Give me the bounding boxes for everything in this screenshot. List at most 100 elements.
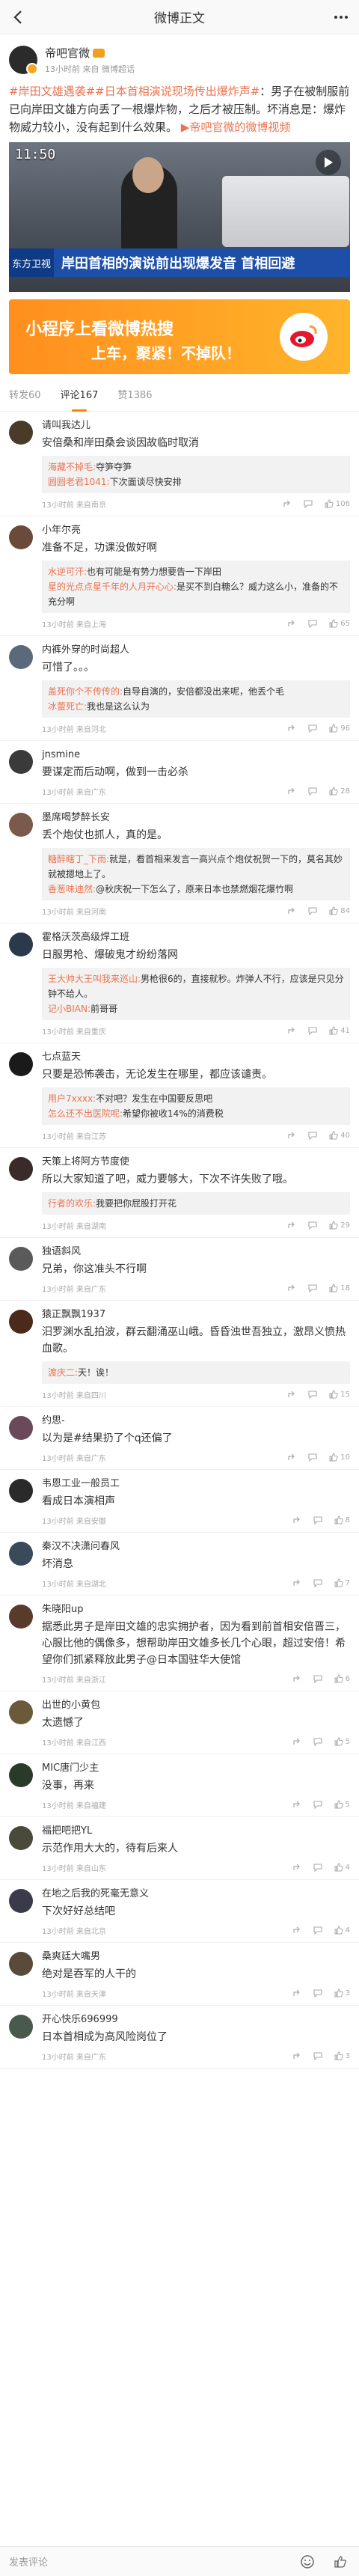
reply-icon[interactable] <box>308 1221 317 1230</box>
reply-box[interactable]: 行者的欢乐:我要把你屁股打开花 <box>42 1192 350 1215</box>
avatar[interactable] <box>9 1479 33 1503</box>
avatar[interactable] <box>9 421 33 445</box>
comment-username[interactable]: 韦恩工业一般员工 <box>42 1477 350 1491</box>
comment-username[interactable]: 猿正飘飘1937 <box>42 1308 350 1322</box>
comment-like-button[interactable]: 4 <box>334 1926 350 1935</box>
reply-icon[interactable] <box>313 1516 322 1524</box>
comment-item[interactable]: 请叫我达儿 安倍桑和岸田桑会谈因故临时取消 海藏不掉毛:夺笋夺笋 圆圆老君1041:下… <box>0 412 359 516</box>
avatar[interactable] <box>9 933 33 956</box>
share-icon[interactable] <box>287 1284 296 1292</box>
comment-item[interactable]: 约思- 以为是#结果扔了个q还偏了 13小时前 来自广东 10 <box>0 1407 359 1470</box>
reply-icon[interactable] <box>313 2051 322 2060</box>
comment-like-button[interactable]: 65 <box>329 619 350 628</box>
comment-item[interactable]: 开心快乐696999 日本首相成为高风险岗位了 13小时前 来自广东 3 <box>0 2006 359 2069</box>
comment-like-button[interactable]: 40 <box>329 1131 350 1140</box>
share-icon[interactable] <box>287 906 296 915</box>
reply-username[interactable]: 王大帅大王叫我来巡山: <box>48 974 141 984</box>
reply-icon[interactable] <box>308 906 317 915</box>
play-icon[interactable] <box>316 150 341 175</box>
comment-like-button[interactable]: 5 <box>334 1800 350 1809</box>
share-icon[interactable] <box>287 619 296 628</box>
comment-like-button[interactable]: 106 <box>325 499 350 508</box>
comment-username[interactable]: 独语斜风 <box>42 1245 350 1259</box>
reply-username[interactable]: 冰蕾死亡: <box>48 701 87 712</box>
comment-like-button[interactable]: 7 <box>334 1578 350 1587</box>
avatar[interactable] <box>9 1826 33 1850</box>
comment-item[interactable]: 秦汉不决潇问春风 坏消息 13小时前 来自湖北 7 <box>0 1533 359 1596</box>
comment-username[interactable]: 开心快乐696999 <box>42 2013 350 2027</box>
reply-box[interactable]: 盖死你个不传传的:自导自演的，安倍都没出来呢，他丢个毛 冰蕾死亡:我也是这么认为 <box>42 680 350 718</box>
reply-username[interactable]: 香葱味迪然: <box>48 884 96 894</box>
comment-username[interactable]: 出世的小黄包 <box>42 1699 350 1712</box>
share-icon[interactable] <box>292 1674 301 1683</box>
share-icon[interactable] <box>287 1453 296 1462</box>
reply-icon[interactable] <box>313 1863 322 1872</box>
reply-username[interactable]: 星的光点点星千年的人月开心心: <box>48 582 177 592</box>
comment-username[interactable]: 桑爽廷大嘴男 <box>42 1950 350 1964</box>
avatar[interactable] <box>9 1416 33 1440</box>
topic-link[interactable]: #日本首相演说现场传出爆炸声# <box>95 85 260 98</box>
avatar[interactable] <box>9 1605 33 1629</box>
video-player[interactable]: 11:50 东方卫视 岸田首相的演说前出现爆发音 首相回避 <box>9 142 350 292</box>
reply-icon[interactable] <box>308 787 317 796</box>
reply-username[interactable]: 海藏不掉毛: <box>48 462 96 472</box>
avatar[interactable] <box>9 1157 33 1181</box>
comment-item[interactable]: 韦恩工业一般员工 看成日本演相声 13小时前 来自安徽 8 <box>0 1470 359 1533</box>
comment-username[interactable]: MIC唐门少主 <box>42 1762 350 1775</box>
avatar[interactable] <box>9 1700 33 1724</box>
more-icon[interactable] <box>332 8 350 26</box>
comment-like-button[interactable]: 18 <box>329 1284 350 1292</box>
comment-item[interactable]: 福把吧把YL 示范作用大大的，待有后来人 13小时前 来自山东 4 <box>0 1817 359 1880</box>
share-icon[interactable] <box>292 1926 301 1935</box>
comment-username[interactable]: 墨席喝梦醉长安 <box>42 811 350 825</box>
reply-icon[interactable] <box>313 1737 322 1746</box>
comment-like-button[interactable]: 28 <box>329 787 350 796</box>
comment-like-button[interactable]: 8 <box>334 1516 350 1524</box>
reply-username[interactable]: 怎么还不出医院呢: <box>48 1108 123 1119</box>
comment-like-button[interactable]: 15 <box>329 1390 350 1399</box>
comment-item[interactable]: 天策上将阿方节度使 所以大家知道了吧，威力要够大，下次不许失败了哦。 行者的欢乐:我… <box>0 1148 359 1238</box>
share-icon[interactable] <box>292 1737 301 1746</box>
comment-username[interactable]: jnsmine <box>42 748 350 762</box>
reply-box[interactable]: 糖醉瞎丁_下雨:就是，看首相来发言一高兴点个炮仗祝贺一下的，莫名其妙就被摁地上了… <box>42 848 350 900</box>
post-author[interactable]: 帝吧官微 13小时前 来自 微博超话 <box>9 43 350 76</box>
reply-username[interactable]: 记小BIAN: <box>48 1004 90 1014</box>
comment-item[interactable]: 独语斜风 兄弟，你这准头不行啊 13小时前 来自广东 18 <box>0 1238 359 1301</box>
reply-icon[interactable] <box>308 1390 317 1399</box>
comment-item[interactable]: 出世的小黄包 太遗憾了 13小时前 来自江西 5 <box>0 1691 359 1754</box>
avatar[interactable] <box>9 525 33 549</box>
share-icon[interactable] <box>292 1863 301 1872</box>
comment-username[interactable]: 请叫我达儿 <box>42 419 350 433</box>
video-link[interactable]: 帝吧官微的微博视频 <box>189 120 290 134</box>
reply-username[interactable]: 行者的欢乐: <box>48 1198 96 1209</box>
comment-like-button[interactable]: 41 <box>329 1026 350 1035</box>
author-name[interactable]: 帝吧官微 <box>45 45 90 61</box>
share-icon[interactable] <box>287 724 296 733</box>
comment-item[interactable]: MIC唐门少主 没事，再来 13小时前 来自福建 5 <box>0 1754 359 1817</box>
comment-like-button[interactable]: 3 <box>334 1989 350 1997</box>
tab-reposts[interactable]: 转发60 <box>9 380 41 412</box>
comment-item[interactable]: 墨席喝梦醉长安 丢个炮仗也抓人，真的是。 糖醉瞎丁_下雨:就是，看首相来发言一高兴点… <box>0 804 359 924</box>
reply-icon[interactable] <box>313 1578 322 1587</box>
reply-box[interactable]: 用户7xxxx:不对吧？发生在中国要反思吧 怎么还不出医院呢:希望你被收14%的消… <box>42 1087 350 1125</box>
avatar[interactable] <box>9 1310 33 1334</box>
avatar[interactable] <box>9 1763 33 1787</box>
comment-username[interactable]: 秦汉不决潇问春风 <box>42 1540 350 1554</box>
avatar[interactable] <box>9 813 33 837</box>
share-icon[interactable] <box>287 1026 296 1035</box>
reply-box[interactable]: 渡庆二:天！诶！ <box>42 1361 350 1384</box>
share-icon[interactable] <box>292 1578 301 1587</box>
share-icon[interactable] <box>283 499 292 508</box>
avatar[interactable] <box>9 1542 33 1566</box>
reply-username[interactable]: 水逆可汗: <box>48 567 87 577</box>
reply-icon[interactable] <box>313 1989 322 1997</box>
avatar[interactable] <box>9 645 33 669</box>
reply-icon[interactable] <box>308 1453 317 1462</box>
reply-icon[interactable] <box>313 1800 322 1809</box>
avatar[interactable] <box>9 1247 33 1271</box>
comment-input[interactable]: 发表评论 <box>9 2554 284 2569</box>
comment-username[interactable]: 内裤外穿的时尚超人 <box>42 644 350 657</box>
avatar[interactable] <box>9 2015 33 2039</box>
share-icon[interactable] <box>287 787 296 796</box>
comment-like-button[interactable]: 10 <box>329 1453 350 1462</box>
